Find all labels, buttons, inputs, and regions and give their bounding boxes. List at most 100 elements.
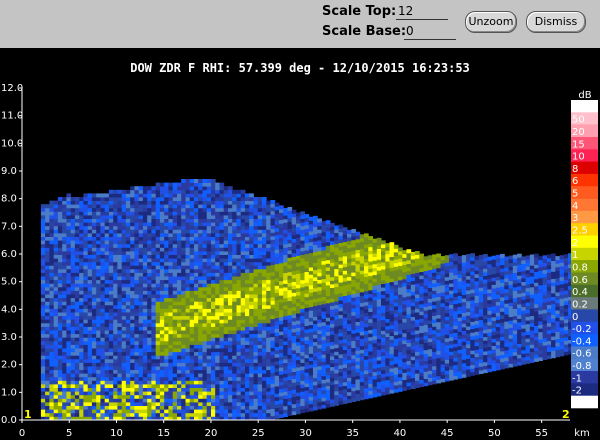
zdr-cell	[49, 376, 55, 381]
zdr-cell	[398, 380, 403, 385]
rhi-plot[interactable]: 0.01.02.03.04.05.06.07.08.09.010.011.012…	[0, 78, 600, 440]
zdr-cell	[228, 315, 233, 320]
zdr-cell	[66, 279, 72, 284]
zdr-cell	[266, 315, 271, 320]
zdr-cell	[79, 218, 84, 223]
zdr-cell	[287, 250, 293, 255]
zdr-cell	[325, 277, 331, 282]
zdr-cell	[300, 225, 305, 230]
zdr-cell	[313, 219, 318, 224]
zdr-cell	[189, 294, 195, 299]
zdr-cell	[355, 314, 361, 319]
zdr-cell	[330, 298, 335, 303]
zdr-cell	[83, 402, 89, 406]
zdr-cell	[308, 241, 314, 246]
zdr-cell	[253, 207, 259, 212]
zdr-cell	[223, 373, 229, 378]
zdr-cell	[347, 240, 352, 245]
zdr-cell	[108, 344, 114, 349]
zdr-cell	[49, 222, 55, 227]
zdr-cell	[253, 211, 259, 216]
zdr-cell	[240, 358, 246, 363]
zdr-cell	[202, 322, 208, 327]
zdr-cell	[185, 380, 191, 385]
zdr-cell	[376, 270, 382, 275]
zdr-cell	[211, 240, 216, 245]
zdr-cell	[164, 286, 169, 291]
zdr-cell	[53, 301, 59, 306]
zdr-cell	[313, 366, 318, 371]
zdr-cell	[45, 362, 50, 367]
zdr-cell	[393, 295, 399, 300]
zdr-cell	[232, 283, 237, 288]
zdr-cell	[147, 197, 152, 201]
zdr-cell	[364, 244, 369, 249]
zdr-cell	[287, 304, 293, 309]
zdr-cell	[168, 380, 174, 385]
zdr-cell	[164, 236, 169, 241]
zdr-cell	[236, 398, 242, 403]
zdr-cell	[91, 197, 97, 201]
zdr-cell	[381, 265, 386, 270]
zdr-cell	[338, 397, 344, 402]
zdr-cell	[91, 290, 97, 295]
zdr-cell	[206, 189, 212, 194]
zdr-cell	[287, 268, 293, 273]
zdr-cell	[70, 272, 76, 277]
zdr-cell	[189, 405, 195, 410]
zdr-cell	[53, 286, 59, 291]
scale-base-input[interactable]: 0	[404, 23, 456, 40]
zdr-cell	[257, 355, 263, 360]
zdr-cell	[347, 391, 352, 396]
zdr-cell	[308, 281, 314, 286]
zdr-cell	[83, 409, 89, 414]
zdr-cell	[330, 262, 335, 267]
zdr-cell	[347, 377, 352, 382]
zdr-cell	[334, 394, 339, 399]
zdr-cell	[164, 265, 169, 270]
scale-top-input[interactable]: 12	[396, 3, 448, 20]
zdr-cell	[172, 394, 178, 399]
zdr-cell	[279, 356, 284, 361]
zdr-cell	[330, 291, 335, 296]
zdr-cell	[79, 225, 84, 230]
zdr-cell	[364, 373, 369, 378]
zdr-cell	[308, 375, 314, 379]
zdr-cell	[164, 297, 169, 302]
zdr-cell	[159, 265, 165, 270]
zdr-cell	[330, 294, 335, 299]
zdr-cell	[91, 240, 97, 245]
zdr-cell	[385, 333, 390, 337]
zdr-cell	[368, 390, 373, 395]
zdr-cell	[257, 391, 263, 396]
zdr-cell	[262, 265, 267, 270]
zdr-cell	[164, 294, 169, 299]
zdr-cell	[245, 380, 250, 385]
zdr-cell	[325, 360, 331, 365]
dismiss-button[interactable]: Dismiss	[526, 11, 586, 33]
zdr-cell	[125, 204, 131, 209]
zdr-cell	[342, 259, 348, 264]
zdr-cell	[334, 239, 339, 244]
zdr-cell	[91, 369, 97, 374]
zdr-cell	[304, 386, 310, 391]
zdr-cell	[45, 294, 50, 299]
zdr-cell	[219, 394, 225, 399]
zdr-cell	[206, 290, 212, 295]
unzoom-button[interactable]: Unzoom	[465, 11, 517, 33]
zdr-cell	[168, 355, 174, 360]
zdr-cell	[185, 366, 191, 371]
zdr-cell	[74, 276, 80, 281]
zdr-cell	[113, 366, 118, 371]
zdr-cell	[113, 240, 118, 245]
zdr-cell	[172, 229, 178, 234]
zdr-cell	[266, 337, 271, 342]
zdr-cell	[147, 348, 152, 353]
zdr-cell	[40, 312, 46, 317]
zdr-cell	[172, 272, 178, 277]
zdr-cell	[83, 301, 89, 306]
zdr-cell	[300, 294, 305, 299]
zdr-cell	[291, 389, 297, 394]
zdr-cell	[79, 243, 84, 248]
zdr-cell	[134, 218, 140, 223]
